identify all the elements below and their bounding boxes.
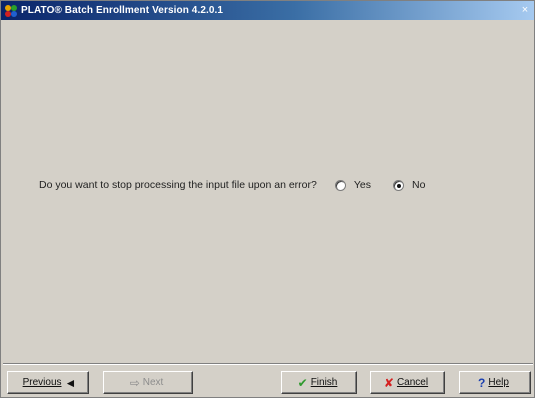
plato-app-icon (5, 4, 17, 17)
finish-button[interactable]: ✔ Finish (281, 371, 357, 394)
next-button[interactable]: ⇨ Next (103, 371, 193, 394)
previous-button-label: Previous (22, 377, 62, 388)
radio-no[interactable]: No (392, 179, 426, 191)
wizard-content (13, 25, 523, 365)
radio-yes-label: Yes (353, 179, 371, 191)
arrow-left-icon: ◄ (64, 375, 77, 390)
x-icon: ✘ (383, 375, 394, 390)
radio-yes[interactable]: Yes (334, 179, 371, 191)
question-label: Do you want to stop processing the input… (39, 179, 317, 191)
radio-yes-circle[interactable] (334, 179, 346, 191)
finish-button-label: Finish (310, 377, 338, 388)
cancel-button[interactable]: ✘ Cancel (370, 371, 445, 394)
close-icon[interactable]: × (518, 3, 532, 17)
batch-enrollment-window: PLATO® Batch Enrollment Version 4.2.0.1 … (0, 0, 535, 398)
check-icon: ✔ (297, 375, 308, 390)
stop-on-error-question: Do you want to stop processing the input… (39, 179, 447, 191)
help-button[interactable]: ? Help (459, 371, 531, 394)
next-button-label: Next (142, 377, 164, 388)
help-button-label: Help (488, 377, 509, 388)
cancel-button-label: Cancel (396, 377, 429, 388)
radio-no-label: No (411, 179, 426, 191)
window-title: PLATO® Batch Enrollment Version 4.2.0.1 (21, 5, 224, 16)
title-bar[interactable]: PLATO® Batch Enrollment Version 4.2.0.1 … (1, 1, 534, 20)
previous-button[interactable]: Previous ◄ (7, 371, 89, 394)
bottom-separator (3, 363, 533, 365)
question-icon: ? (478, 375, 486, 390)
arrow-right-icon: ⇨ (129, 375, 140, 390)
radio-no-circle[interactable] (392, 179, 404, 191)
